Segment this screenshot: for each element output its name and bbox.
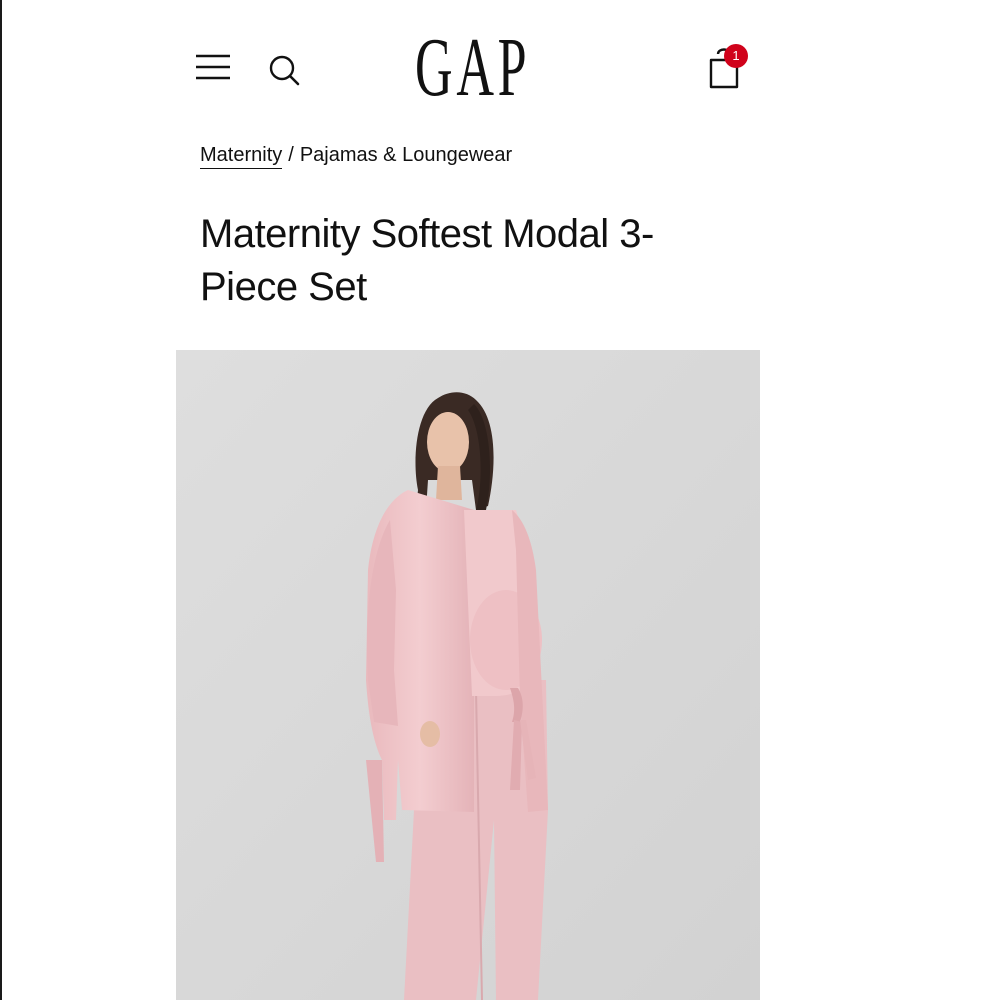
logo-text: GAP (415, 21, 531, 114)
product-page: GAP 1 Maternity / Pajamas & Loungewear Mat… (0, 0, 1000, 1000)
model-photo (176, 350, 760, 1000)
product-title: Maternity Softest Modal 3-Piece Set (200, 212, 654, 309)
breadcrumb-link-maternity[interactable]: Maternity (200, 144, 283, 169)
search-button[interactable] (264, 50, 304, 90)
menu-button[interactable] (192, 50, 234, 86)
product-image[interactable] (176, 350, 760, 1000)
breadcrumb: Maternity / Pajamas & Loungewear (200, 142, 513, 169)
window-edge (0, 0, 2, 1000)
breadcrumb-separator: / (288, 144, 294, 166)
breadcrumb-current: Pajamas & Loungewear (299, 144, 513, 166)
bag-count-badge: 1 (724, 44, 748, 68)
hamburger-menu-icon (196, 54, 230, 80)
search-icon (269, 55, 300, 86)
gap-logo[interactable]: GAP (415, 21, 531, 114)
